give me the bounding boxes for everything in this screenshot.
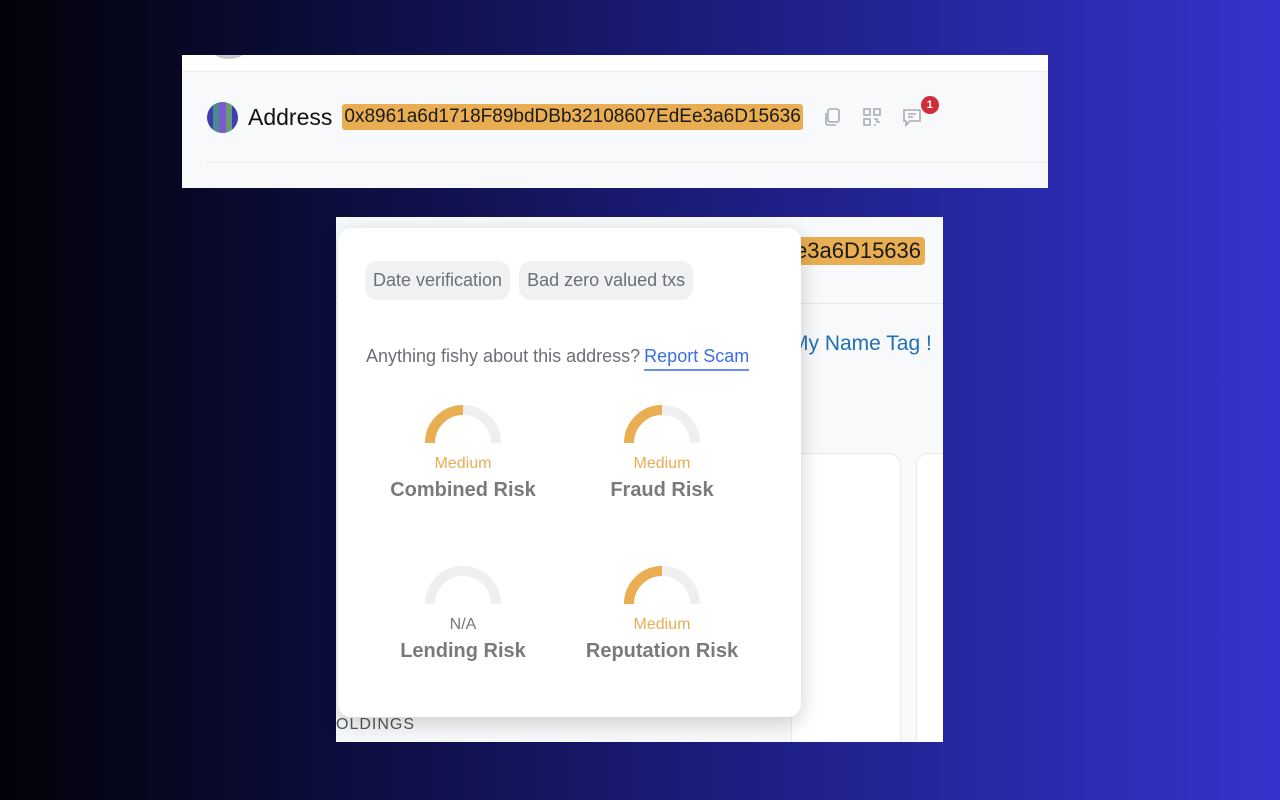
- gauge-name: Reputation Risk: [585, 640, 739, 662]
- gauge-level: Medium: [633, 455, 691, 472]
- address-row: Address 0x8961a6d1718F89bdDBb32108607EdE…: [207, 96, 939, 134]
- avatar-pixel: [231, 126, 238, 133]
- partial-element: [214, 55, 244, 59]
- avatar: [207, 101, 238, 133]
- address-value[interactable]: 0x8961a6d1718F89bdDBb32108607EdEe3a6D156…: [342, 104, 803, 130]
- gauge-fill: [624, 405, 663, 444]
- divider: [207, 162, 1048, 163]
- notification-badge: 1: [920, 96, 939, 114]
- gauge-lending-risk: N/A Lending Risk: [363, 564, 563, 663]
- gauge-arc: [425, 566, 501, 605]
- gauge-level: Medium: [434, 455, 492, 472]
- report-scam-link[interactable]: Report Scam: [644, 346, 750, 371]
- chip-date-verification[interactable]: Date verification: [365, 261, 511, 300]
- copy-icon[interactable]: [821, 106, 843, 128]
- gauge-fill: [624, 566, 663, 605]
- gauge-name: Lending Risk: [400, 640, 526, 662]
- gauge-fraud-risk: Medium Fraud Risk: [562, 403, 762, 502]
- tag-chips: Date verification Bad zero valued txs: [365, 261, 694, 300]
- qr-code-icon[interactable]: [861, 106, 883, 128]
- gauge-arc: [624, 405, 700, 444]
- gauge-fill: [425, 405, 464, 444]
- gauge-combined-risk: Medium Combined Risk: [363, 403, 563, 502]
- gauge-arc: [624, 566, 700, 605]
- chip-bad-zero-valued-txs[interactable]: Bad zero valued txs: [519, 261, 694, 300]
- name-tag-link[interactable]: My Name Tag !: [791, 332, 932, 356]
- gauge-arc: [425, 405, 501, 444]
- gauge-track: [425, 566, 501, 605]
- gauge-level: Medium: [633, 616, 691, 633]
- address-fragment: e3a6D15636: [791, 237, 926, 265]
- gauge-level: N/A: [449, 616, 477, 633]
- info-card: [791, 453, 901, 742]
- page-title: Address: [248, 103, 333, 130]
- gauge-reputation-risk: Medium Reputation Risk: [562, 564, 762, 663]
- top-strip: [182, 55, 1048, 72]
- comment-icon[interactable]: 1: [901, 96, 939, 128]
- holdings-label: OLDINGS: [336, 716, 416, 733]
- address-header-panel: Address 0x8961a6d1718F89bdDBb32108607EdE…: [182, 55, 1048, 188]
- gauge-name: Combined Risk: [390, 479, 536, 501]
- gauge-name: Fraud Risk: [610, 479, 714, 501]
- risk-popup: Date verification Bad zero valued txs An…: [338, 228, 801, 717]
- report-prompt: Anything fishy about this address? Report…: [366, 346, 750, 371]
- fishy-text: Anything fishy about this address?: [366, 346, 641, 366]
- info-card: [916, 453, 943, 742]
